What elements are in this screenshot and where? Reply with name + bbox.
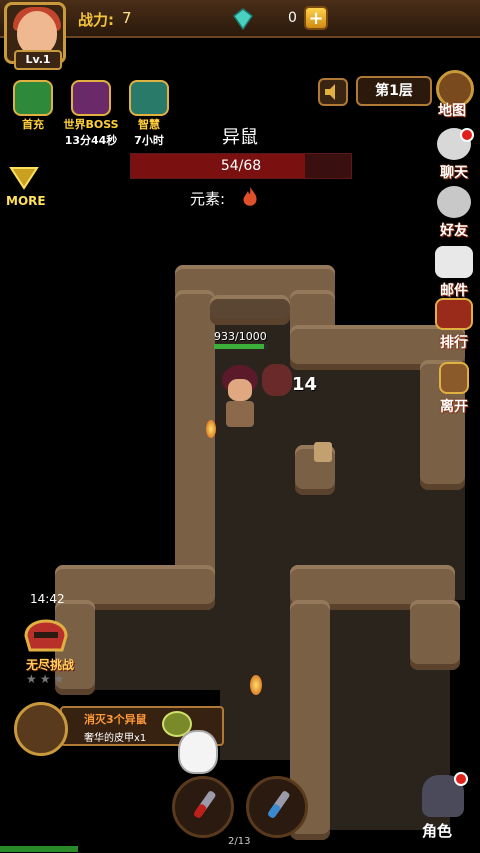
element-label: 元素: <box>190 190 226 208</box>
event-label: 首充 <box>22 118 44 131</box>
map-label[interactable]: 地图 <box>438 100 466 120</box>
experience-bar <box>0 846 78 852</box>
player-hp-bar <box>214 344 268 349</box>
world-boss-button[interactable]: 世界BOSS 13分44秒 <box>60 80 122 148</box>
triangle-down-icon <box>9 167 39 190</box>
ranking-button[interactable]: 排行 <box>428 298 480 352</box>
hero-sprite[interactable] <box>218 365 262 439</box>
boss-skull-icon <box>71 80 111 116</box>
enemy-hp-text: 54/68 <box>220 158 262 174</box>
mail-button[interactable]: 邮件 <box>428 246 480 300</box>
add-gems-button[interactable]: + <box>304 6 328 30</box>
page-indicator: 2/13 <box>228 836 251 847</box>
fire-icon <box>243 187 257 206</box>
first-recharge-button[interactable]: 首充 <box>8 80 58 132</box>
wisdom-event-button[interactable]: 智慧 7小时 <box>124 80 174 148</box>
mail-icon <box>435 246 473 278</box>
chat-button[interactable]: 聊天 <box>428 128 480 182</box>
mail-label: 邮件 <box>440 283 468 299</box>
notification-badge <box>460 128 474 142</box>
event-timer: 13分44秒 <box>64 134 118 147</box>
damage-number: 14 <box>292 374 318 395</box>
ranking-label: 排行 <box>440 335 468 351</box>
torch-icon <box>250 675 262 695</box>
exit-door-icon <box>439 362 469 394</box>
power-label: 战力: <box>78 11 114 29</box>
puzzle-icon <box>129 80 169 116</box>
endless-challenge-label[interactable]: 无尽挑战 <box>26 656 74 673</box>
challenge-stars: ★★★ <box>26 672 68 686</box>
leather-armor-icon <box>14 702 68 756</box>
chat-label: 聊天 <box>440 165 468 181</box>
quest-title: 消灭3个异鼠 <box>84 713 147 726</box>
health-potion-button[interactable] <box>172 776 234 838</box>
player-level: Lv.1 <box>14 50 62 70</box>
more-button[interactable]: MORE <box>6 166 46 208</box>
event-timer: 7小时 <box>134 134 164 147</box>
rat-enemy-sprite[interactable] <box>258 358 296 402</box>
enemy-name: 异鼠 <box>222 127 258 148</box>
event-label: 智慧 <box>138 118 160 131</box>
exit-button[interactable]: 离开 <box>428 362 480 416</box>
red-potion-icon <box>194 791 216 818</box>
friends-icon <box>437 186 471 218</box>
player-hp-text: 933/1000 <box>214 330 267 343</box>
power-value: 7 <box>122 9 132 27</box>
gem-count: 0 <box>288 10 297 26</box>
ranking-icon <box>435 298 473 330</box>
sound-toggle-button[interactable] <box>318 78 348 106</box>
speaker-icon <box>325 84 335 100</box>
notification-badge <box>454 772 468 786</box>
exit-label: 离开 <box>440 399 468 415</box>
mana-potion-button[interactable] <box>246 776 308 838</box>
pointing-hand-icon <box>178 730 218 774</box>
rubble <box>314 442 332 462</box>
enemy-hp-bar: 54/68 <box>130 153 352 179</box>
challenge-timer: 14:42 <box>30 592 65 606</box>
torch-icon <box>206 420 216 438</box>
gem-icon <box>232 8 254 30</box>
quest-reward: 奢华的皮甲x1 <box>84 733 147 744</box>
event-label: 世界BOSS <box>63 118 119 131</box>
gift-icon <box>13 80 53 116</box>
floor-indicator: 第1层 <box>356 76 432 106</box>
friends-label: 好友 <box>440 223 468 239</box>
more-label: MORE <box>6 194 46 208</box>
character-label[interactable]: 角色 <box>422 820 452 841</box>
helmet-icon[interactable] <box>16 606 76 660</box>
friends-button[interactable]: 好友 <box>428 186 480 240</box>
blue-potion-icon <box>268 791 290 818</box>
